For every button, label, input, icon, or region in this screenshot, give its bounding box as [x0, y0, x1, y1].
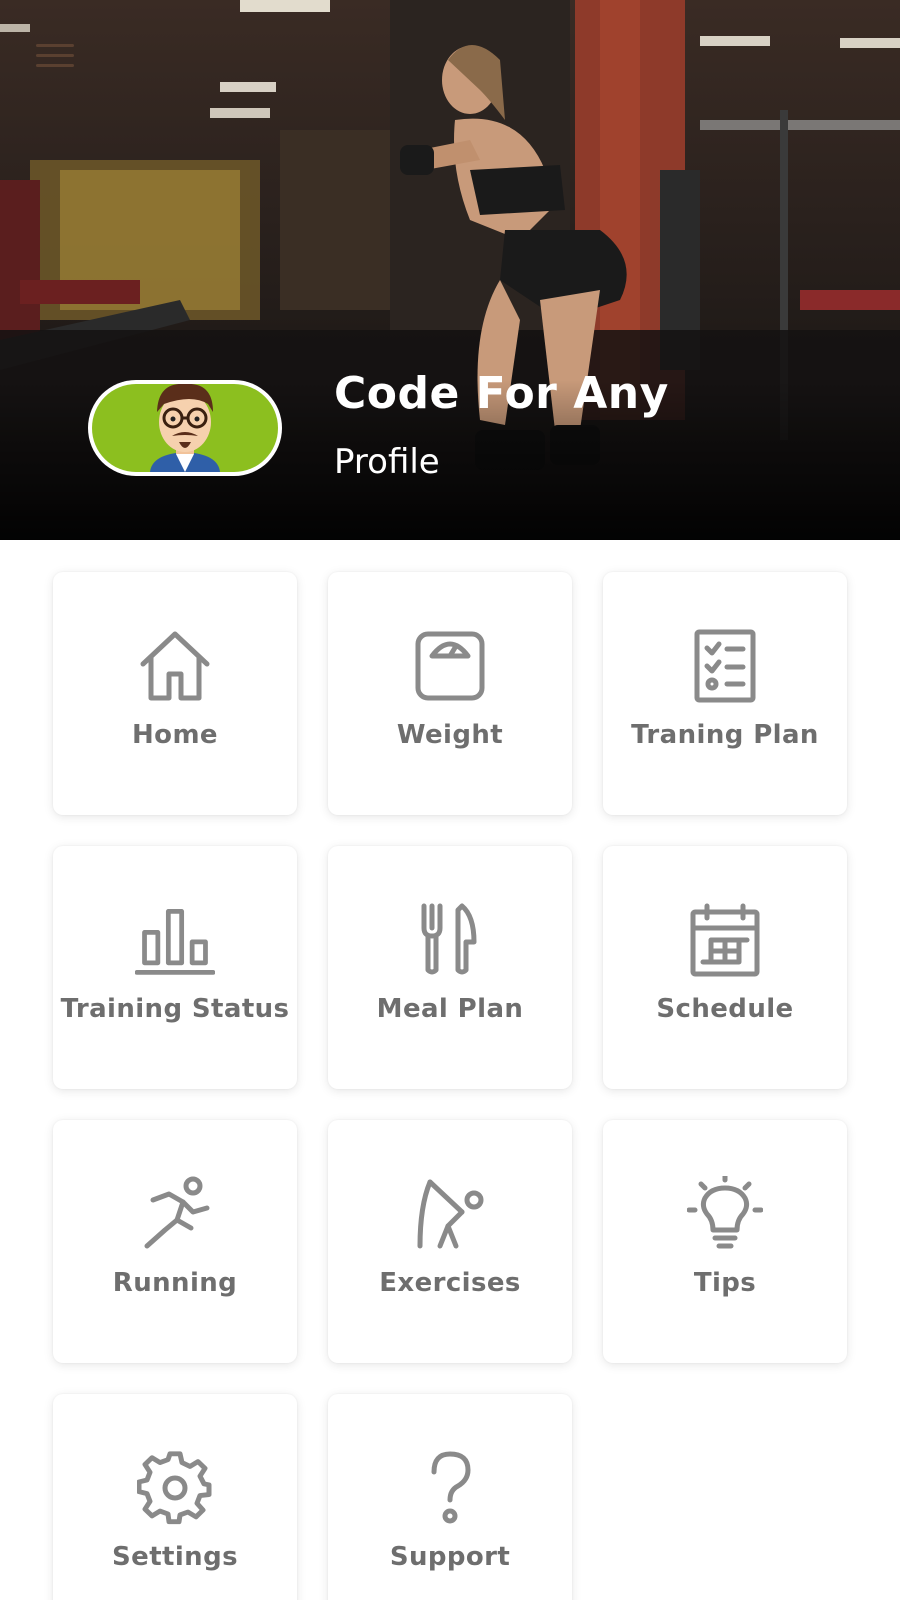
bar-chart-icon — [135, 900, 215, 980]
settings-card[interactable]: Settings — [53, 1394, 297, 1600]
avatar[interactable] — [88, 380, 282, 476]
card-label: Schedule — [656, 994, 794, 1024]
card-label: Training Status — [60, 994, 290, 1024]
card-label: Weight — [396, 720, 504, 750]
gear-icon — [135, 1448, 215, 1528]
card-label: Meal Plan — [376, 994, 524, 1024]
question-icon — [410, 1448, 490, 1528]
card-label: Exercises — [379, 1268, 521, 1298]
menu-grid: Home Weight Traning Plan Training Status… — [53, 572, 847, 1600]
fork-knife-icon — [410, 900, 490, 980]
weight-card[interactable]: Weight — [328, 572, 572, 815]
card-label: Tips — [693, 1268, 757, 1298]
card-label: Support — [389, 1542, 511, 1572]
stretching-icon — [410, 1174, 490, 1254]
meal-plan-card[interactable]: Meal Plan — [328, 846, 572, 1089]
profile-label: Profile — [334, 442, 440, 482]
exercises-card[interactable]: Exercises — [328, 1120, 572, 1363]
card-label: Home — [132, 720, 218, 750]
card-label: Settings — [112, 1542, 238, 1572]
running-card[interactable]: Running — [53, 1120, 297, 1363]
calendar-icon — [685, 900, 765, 980]
lightbulb-icon — [685, 1174, 765, 1254]
training-status-card[interactable]: Training Status — [53, 846, 297, 1089]
hamburger-menu-icon[interactable] — [36, 44, 74, 70]
support-card[interactable]: Support — [328, 1394, 572, 1600]
card-label: Traning Plan — [631, 720, 819, 750]
home-card[interactable]: Home — [53, 572, 297, 815]
profile-header: Code For Any Profile — [0, 0, 900, 540]
profile-name: Code For Any — [334, 368, 669, 419]
training-plan-card[interactable]: Traning Plan — [603, 572, 847, 815]
avatar-illustration — [150, 384, 220, 472]
home-icon — [135, 626, 215, 706]
tips-card[interactable]: Tips — [603, 1120, 847, 1363]
scale-icon — [410, 626, 490, 706]
schedule-card[interactable]: Schedule — [603, 846, 847, 1089]
checklist-icon — [685, 626, 765, 706]
running-icon — [135, 1174, 215, 1254]
card-label: Running — [112, 1268, 238, 1298]
